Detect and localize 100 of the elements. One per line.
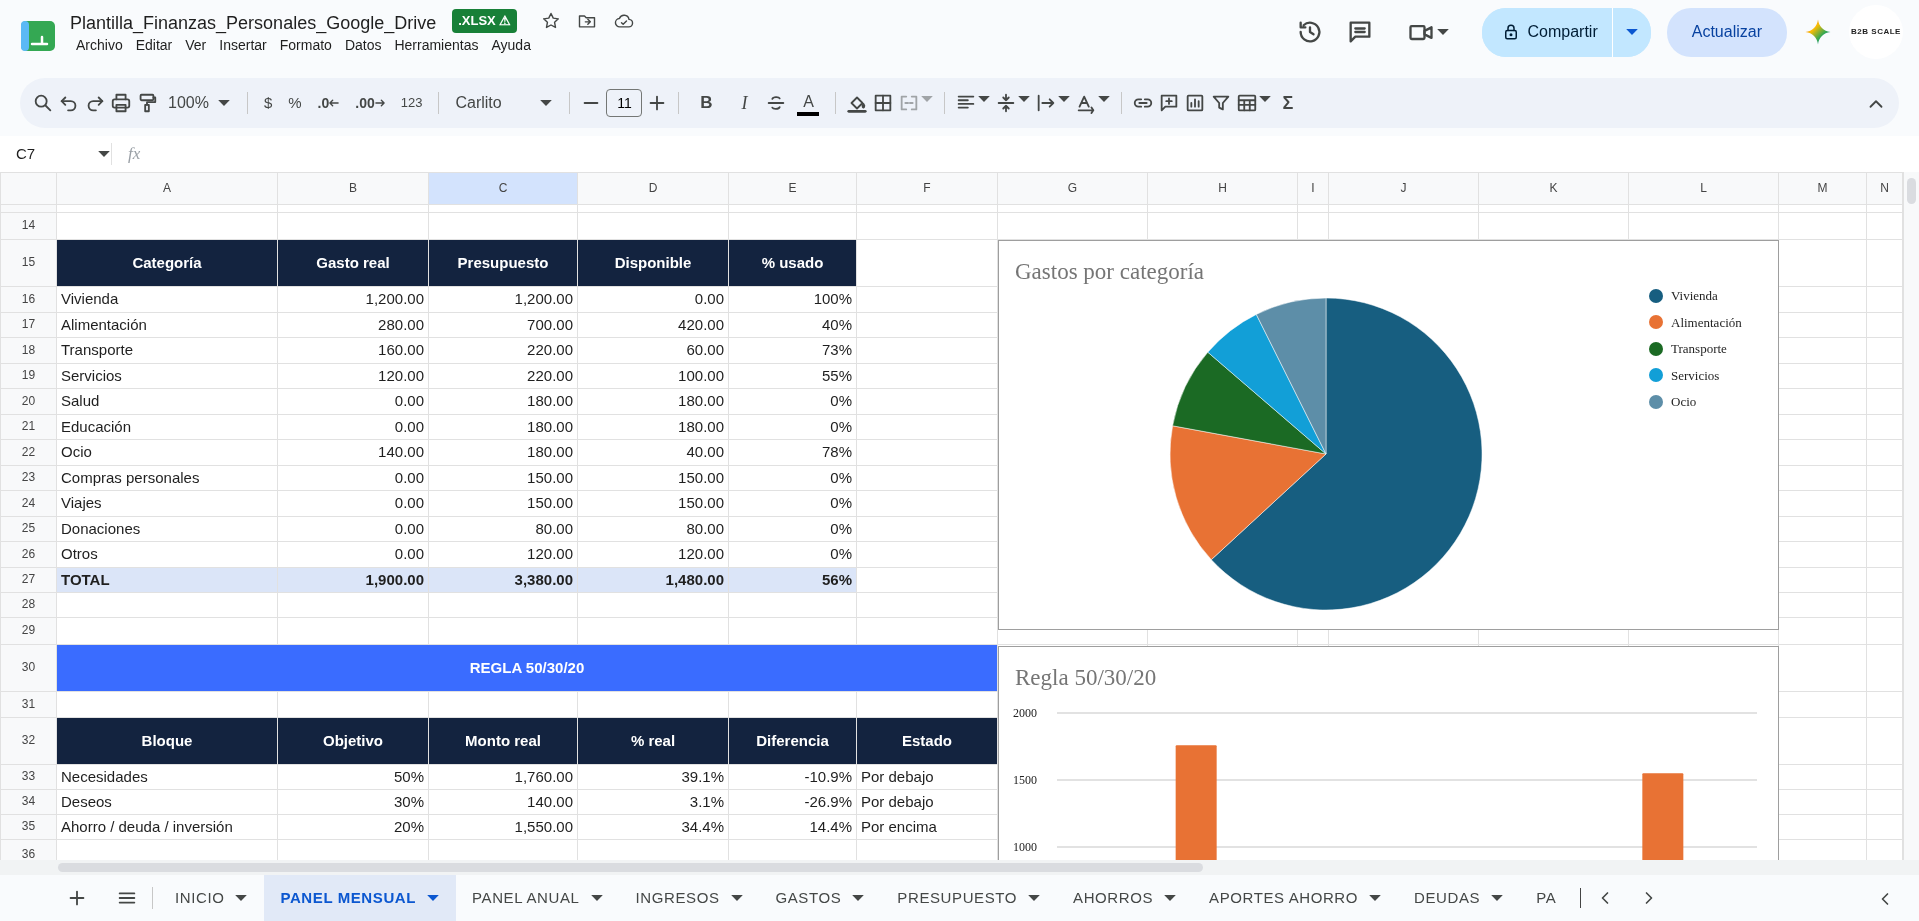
percent-button[interactable]: % [282, 87, 308, 119]
row-number[interactable]: 27 [0, 567, 57, 593]
update-button[interactable]: Actualizar [1666, 7, 1787, 57]
row-number[interactable]: 17 [0, 312, 57, 338]
row-number[interactable]: 33 [0, 764, 57, 790]
row-number[interactable]: 36 [0, 839, 57, 860]
row-number[interactable]: 35 [0, 814, 57, 840]
row-number[interactable]: 28 [0, 592, 57, 618]
row-number[interactable]: 15 [0, 239, 57, 287]
printer-icon[interactable] [110, 92, 132, 114]
increase-decimals-button[interactable]: .00 [349, 88, 391, 118]
pie-slice[interactable] [1256, 297, 1327, 455]
search-icon[interactable] [32, 92, 54, 114]
table-cell: Viajes [56, 490, 278, 516]
column-header: Categoría [56, 239, 278, 287]
column-letter[interactable]: L [1628, 172, 1779, 205]
table-cell: 150.00 [577, 465, 729, 491]
row-number[interactable]: 18 [0, 337, 57, 363]
column-letter[interactable]: D [577, 172, 729, 205]
sheet-tab[interactable]: PA [1520, 875, 1573, 921]
row-number[interactable]: 19 [0, 363, 57, 389]
table-cell: 30% [277, 789, 429, 815]
row-number[interactable]: 24 [0, 490, 57, 516]
bold-button[interactable]: B [689, 86, 724, 120]
column-letter[interactable]: I [1297, 172, 1329, 205]
cell-reference[interactable]: C7 [16, 142, 36, 166]
spreadsheet-logo-icon[interactable] [20, 20, 56, 52]
row-number[interactable]: 21 [0, 414, 57, 440]
menu-item[interactable]: Archivo [70, 34, 130, 54]
column-letter[interactable]: E [728, 172, 857, 205]
pie-slice[interactable] [1207, 314, 1327, 455]
row-number[interactable]: 22 [0, 439, 57, 465]
sheet-tab[interactable]: PANEL MENSUAL [264, 875, 457, 921]
sheet-tab[interactable]: PANEL ANUAL [456, 875, 620, 921]
sheet-tab[interactable]: DEUDAS [1398, 875, 1521, 921]
row-number[interactable]: 16 [0, 286, 57, 312]
font-select[interactable]: Carlito [449, 87, 560, 119]
row-number[interactable]: 30 [0, 644, 57, 692]
number-format-button[interactable]: 123 [394, 89, 429, 117]
table-cell: 80.00 [577, 516, 729, 542]
italic-button[interactable]: I [727, 85, 762, 121]
column-letter[interactable]: M [1778, 172, 1867, 205]
row-number[interactable]: 25 [0, 516, 57, 542]
table-cell: 14.4% [728, 814, 857, 840]
column-letter[interactable]: H [1147, 172, 1298, 205]
text-color-button[interactable]: A [791, 90, 826, 116]
menu-item[interactable]: Editar [129, 34, 180, 54]
document-title[interactable]: Plantilla_Finanzas_Personales_Google_Drive [70, 12, 437, 34]
sheet-tab[interactable]: GASTOS [759, 875, 882, 921]
menu-item[interactable]: Formato [273, 34, 339, 54]
row-number[interactable]: 23 [0, 465, 57, 491]
star-icon[interactable] [541, 11, 562, 31]
row-number[interactable]: 26 [0, 541, 57, 567]
file-format-badge[interactable]: .XLSX ⚠ [452, 9, 518, 33]
table-cell: 40% [728, 312, 857, 338]
sheet-tab[interactable]: AHORROS [1057, 875, 1194, 921]
table-cell: 3.1% [577, 789, 729, 815]
row-number[interactable]: 31 [0, 691, 57, 718]
sheet-tab[interactable]: PRESUPUESTO [881, 875, 1058, 921]
row-number[interactable]: 14 [0, 212, 57, 240]
menu-item[interactable]: Herramientas [388, 34, 486, 54]
row-number[interactable]: 29 [0, 617, 57, 645]
sheet-tab[interactable]: INICIO [159, 875, 265, 921]
table-icon[interactable] [1236, 92, 1259, 114]
column-letter[interactable]: J [1328, 172, 1479, 205]
pie-slice[interactable] [1169, 425, 1327, 560]
column-letter[interactable]: F [856, 172, 998, 205]
row-number[interactable]: 20 [0, 388, 57, 414]
menu-item[interactable]: Ayuda [485, 34, 538, 54]
row-number[interactable]: 32 [0, 717, 57, 765]
pie-slice[interactable] [1172, 351, 1327, 455]
sheet-tab[interactable]: INGRESOS [619, 875, 760, 921]
zoom-select[interactable]: 100% [162, 87, 237, 119]
chart-card[interactable]: Gastos por categoría Vivienda Alimentación Transporte Servicios Ocio [998, 240, 1779, 630]
column-header: Diferencia [728, 717, 857, 765]
share-button[interactable]: Compartir [1481, 7, 1613, 57]
column-letter[interactable]: C [428, 172, 578, 205]
pie-slice[interactable] [1211, 297, 1483, 610]
table-cell: 56% [728, 567, 857, 593]
column-letter[interactable]: K [1478, 172, 1629, 205]
legend-label: Vivienda [1671, 287, 1718, 305]
column-letter[interactable]: G [997, 172, 1148, 205]
currency-button[interactable]: $ [257, 87, 279, 119]
account-avatar[interactable]: B2B SCALE [1849, 5, 1903, 59]
column-header: Gasto real [277, 239, 429, 287]
menu-item[interactable]: Datos [338, 34, 389, 54]
column-letter[interactable]: N [1866, 172, 1903, 205]
legend-label: Ocio [1671, 393, 1697, 411]
table-cell: 34.4% [577, 814, 729, 840]
table-cell: 140.00 [428, 789, 578, 815]
column-letter[interactable]: B [277, 172, 429, 205]
decrease-decimals-button[interactable]: .0 [311, 88, 346, 118]
column-letter[interactable]: A [56, 172, 278, 205]
menu-item[interactable]: Ver [179, 34, 214, 54]
font-size-field[interactable]: 11 [606, 89, 643, 117]
row-number[interactable]: 34 [0, 789, 57, 815]
menu-item[interactable]: Insertar [213, 34, 274, 54]
sheet-tab[interactable]: APORTES AHORRO [1193, 875, 1399, 921]
sum-button[interactable]: Σ [1276, 85, 1300, 121]
scrollbar-thumb[interactable] [1907, 178, 1916, 204]
